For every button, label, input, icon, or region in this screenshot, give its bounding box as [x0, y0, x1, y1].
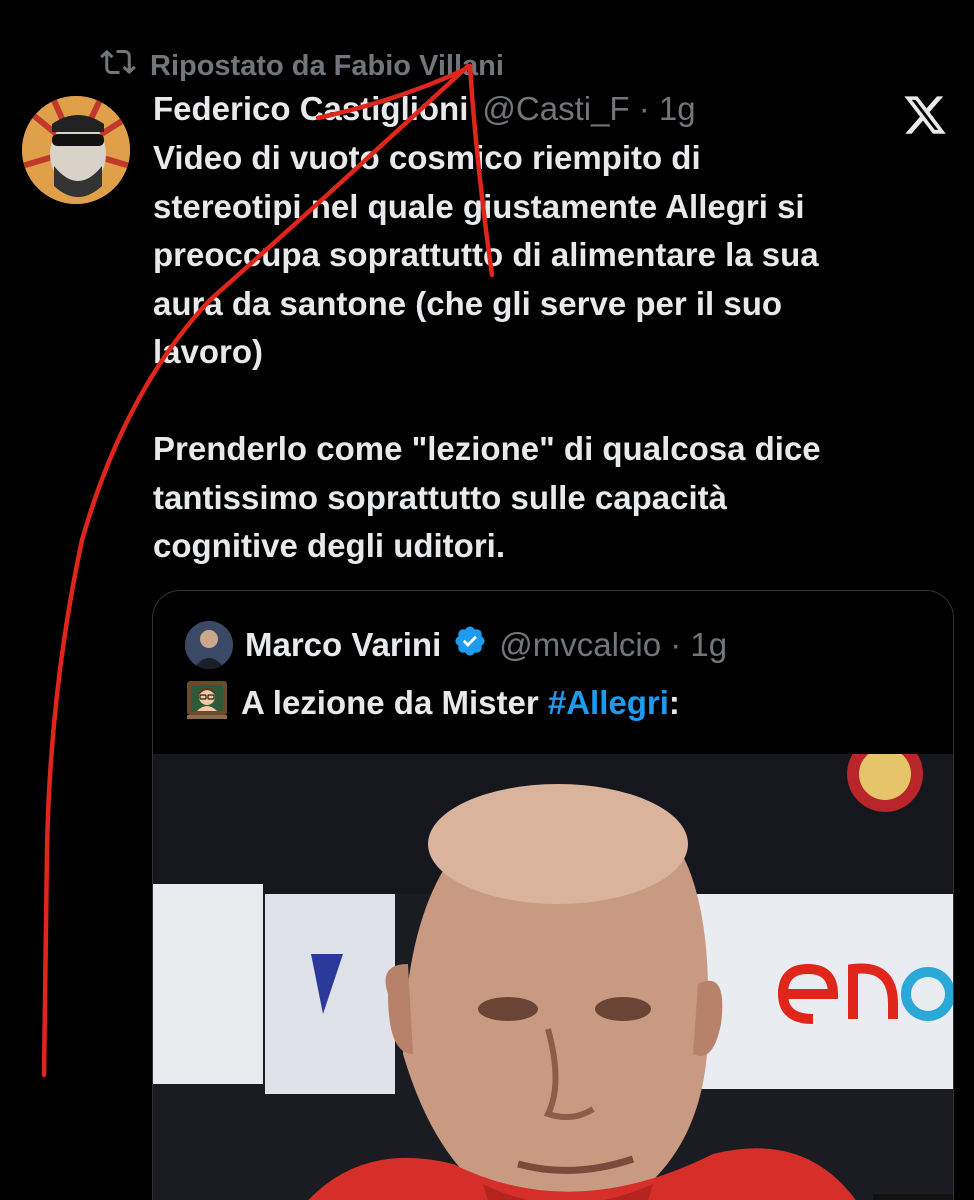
quoted-author-name: Marco Varini	[245, 626, 442, 663]
author-name[interactable]: Federico Castiglioni	[153, 90, 468, 128]
repost-label: Ripostato da Fabio Villani	[150, 49, 504, 82]
tweet-body: Federico Castiglioni @Casti_F · 1g Video…	[153, 90, 943, 571]
tweet-page: Ripostato da Fabio Villani Federico Cast…	[0, 0, 974, 1200]
quoted-author-handle-time: @mvcalcio · 1g	[499, 626, 728, 663]
author-handle-time[interactable]: @Casti_F · 1g	[482, 90, 695, 128]
tweet-text: Video di vuoto cosmico riempito di stere…	[153, 139, 821, 564]
hashtag-link[interactable]: #Allegri	[548, 684, 669, 721]
quoted-tweet-header: Marco Varini @mvcalcio · 1g	[185, 621, 727, 669]
quoted-text-prefix: A lezione da Mister	[241, 684, 548, 721]
quoted-tweet-text: A lezione da Mister #Allegri:	[185, 677, 680, 729]
verified-badge-icon	[453, 624, 487, 666]
quoted-video-thumbnail[interactable]	[153, 736, 953, 1200]
quoted-text-suffix: :	[668, 684, 680, 721]
repost-icon	[100, 44, 136, 88]
quoted-author-avatar	[185, 621, 233, 669]
teacher-emoji-icon	[185, 677, 229, 729]
author-avatar[interactable]	[22, 96, 130, 204]
quoted-tweet-card[interactable]: Marco Varini @mvcalcio · 1g A lezione da…	[152, 590, 954, 1200]
tweet-header: Federico Castiglioni @Casti_F · 1g	[153, 90, 943, 128]
repost-indicator[interactable]: Ripostato da Fabio Villani	[100, 44, 504, 88]
